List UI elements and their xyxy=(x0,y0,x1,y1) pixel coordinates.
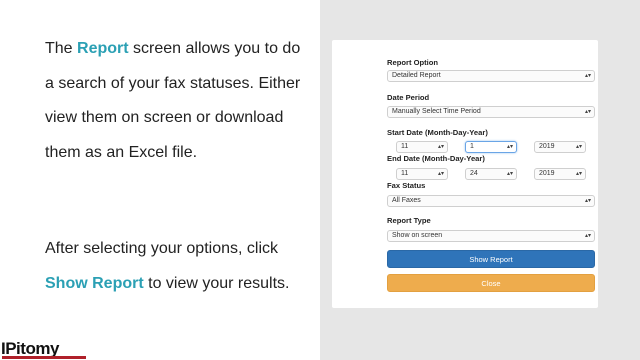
report-form: Report Option Detailed Report ▴▾ Date Pe… xyxy=(332,40,598,308)
report-type-select[interactable]: Show on screen ▴▾ xyxy=(387,230,595,242)
logo-underline xyxy=(2,356,86,359)
p1-text-pre: The xyxy=(45,40,78,57)
end-month-select[interactable]: 11 ▴▾ xyxy=(396,168,448,180)
start-year-value: 2019 xyxy=(539,143,555,150)
fax-status-select[interactable]: All Faxes ▴▾ xyxy=(387,195,595,207)
ipitomy-logo: IPitomy xyxy=(0,339,90,360)
p1-text-post: screen allows you to do a search of your… xyxy=(45,40,301,161)
start-month-value: 11 xyxy=(401,143,409,150)
date-period-label: Date Period xyxy=(387,93,430,102)
date-period-select[interactable]: Manually Select Time Period ▴▾ xyxy=(387,106,595,118)
report-option-value: Detailed Report xyxy=(392,72,441,79)
report-option-label: Report Option xyxy=(387,58,439,67)
start-year-select[interactable]: 2019 ▴▾ xyxy=(534,141,586,153)
report-type-value: Show on screen xyxy=(392,232,443,239)
end-day-value: 24 xyxy=(470,170,478,177)
start-date-label: Start Date (Month-Day-Year) xyxy=(387,128,488,137)
show-report-button[interactable]: Show Report xyxy=(387,250,595,268)
description-paragraph-2: After selecting your options, click Show… xyxy=(45,232,310,301)
report-highlight: Report xyxy=(77,40,129,57)
select-arrows-icon: ▴▾ xyxy=(584,198,591,204)
show-report-highlight: Show Report xyxy=(45,274,144,292)
p2-text-pre: After selecting your options, click xyxy=(45,240,278,257)
fax-status-value: All Faxes xyxy=(392,197,421,204)
select-arrows-icon: ▴▾ xyxy=(584,109,591,115)
select-arrows-icon: ▴▾ xyxy=(437,171,444,177)
select-arrows-icon: ▴▾ xyxy=(575,144,582,150)
select-arrows-icon: ▴▾ xyxy=(575,171,582,177)
select-arrows-icon: ▴▾ xyxy=(437,144,444,150)
start-month-select[interactable]: 11 ▴▾ xyxy=(396,141,448,153)
select-arrows-icon: ▴▾ xyxy=(506,144,513,150)
end-date-label: End Date (Month-Day-Year) xyxy=(387,154,485,163)
select-arrows-icon: ▴▾ xyxy=(584,233,591,239)
description-panel: The Report screen allows you to do a sea… xyxy=(0,0,320,360)
end-month-value: 11 xyxy=(401,170,409,177)
end-year-select[interactable]: 2019 ▴▾ xyxy=(534,168,586,180)
select-arrows-icon: ▴▾ xyxy=(584,73,591,79)
report-type-label: Report Type xyxy=(387,216,431,225)
fax-status-label: Fax Status xyxy=(387,181,426,190)
close-button[interactable]: Close xyxy=(387,274,595,292)
end-year-value: 2019 xyxy=(539,170,555,177)
start-day-select[interactable]: 1 ▴▾ xyxy=(465,141,517,153)
report-option-select[interactable]: Detailed Report ▴▾ xyxy=(387,70,595,82)
end-day-select[interactable]: 24 ▴▾ xyxy=(465,168,517,180)
description-paragraph-1: The Report screen allows you to do a sea… xyxy=(45,32,310,170)
select-arrows-icon: ▴▾ xyxy=(506,171,513,177)
start-day-value: 1 xyxy=(470,143,474,150)
p2-text-post: to view your results. xyxy=(143,274,290,292)
date-period-value: Manually Select Time Period xyxy=(392,108,481,115)
screenshot-panel: Report Option Detailed Report ▴▾ Date Pe… xyxy=(320,0,640,360)
